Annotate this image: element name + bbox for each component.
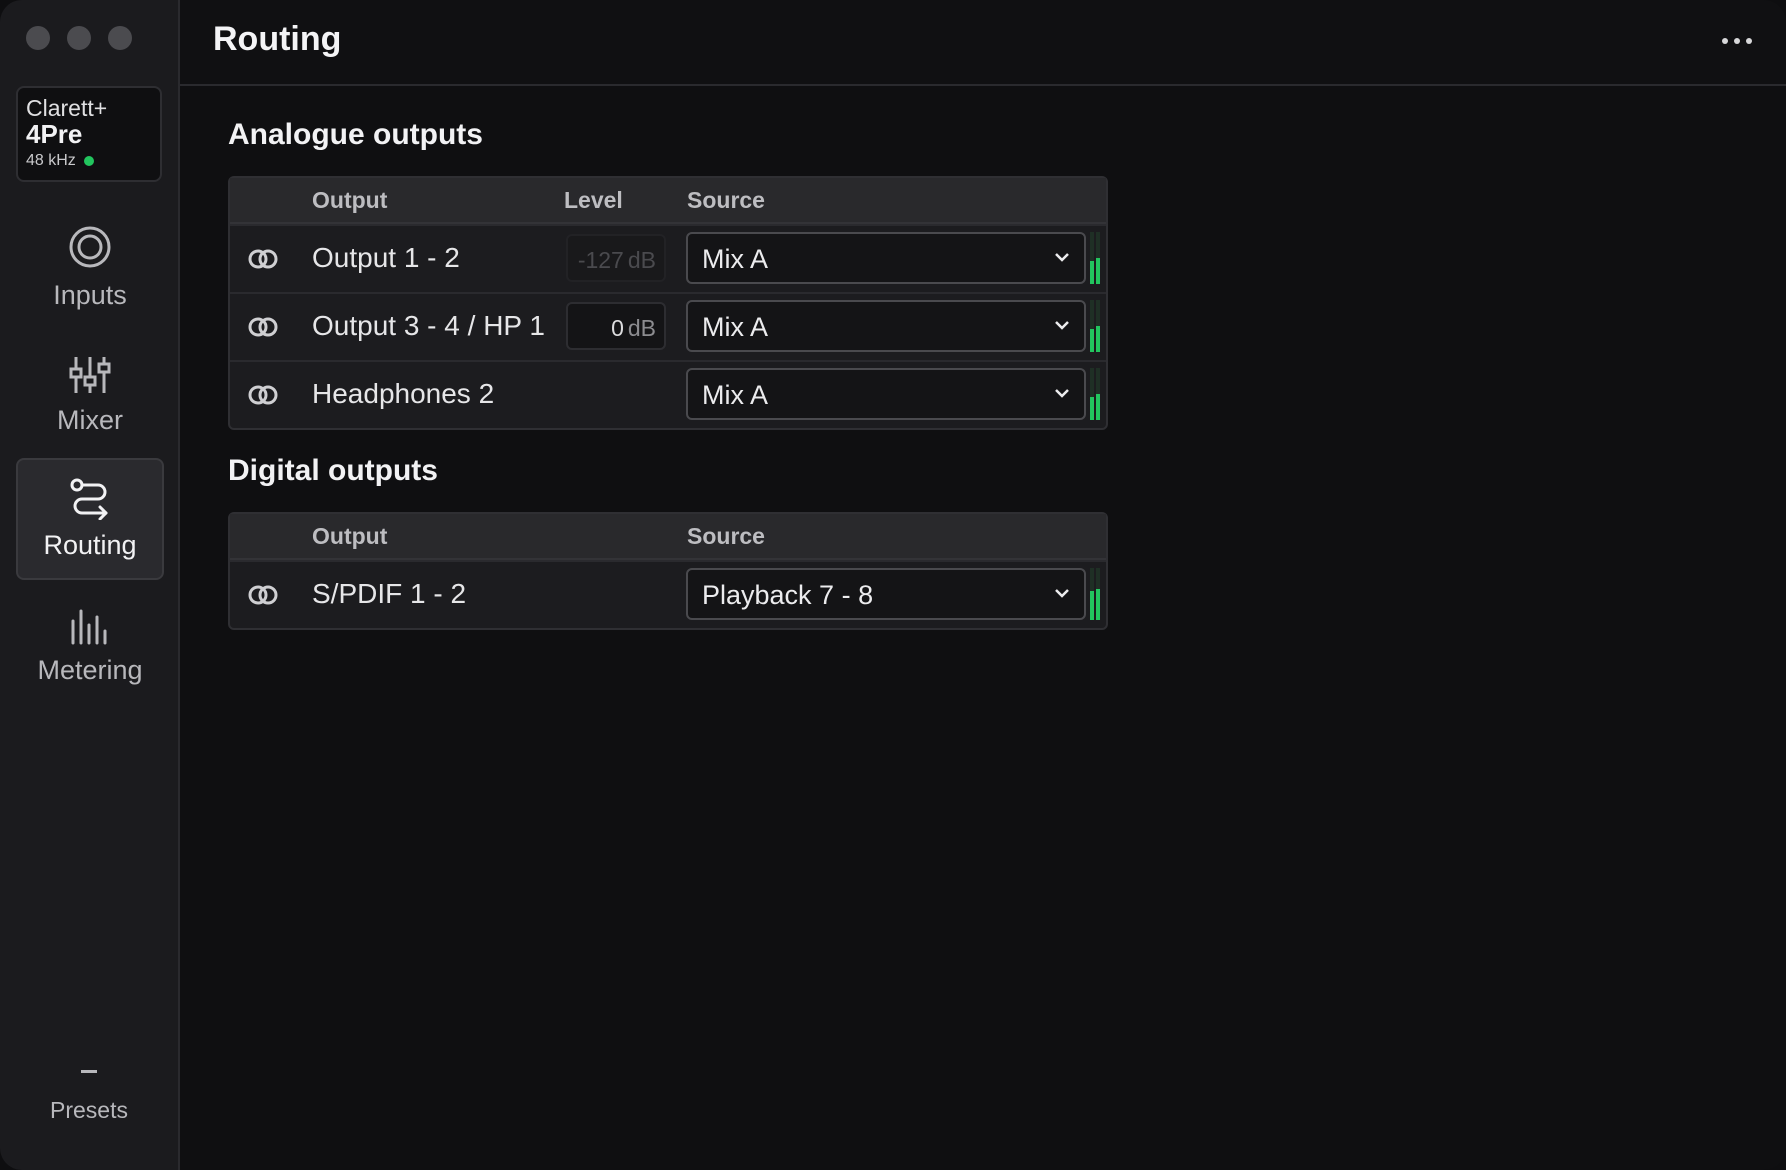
mixer-icon bbox=[69, 356, 111, 393]
output-meter bbox=[1090, 300, 1104, 352]
zoom-window-button[interactable] bbox=[108, 26, 132, 50]
minimize-window-button[interactable] bbox=[67, 26, 91, 50]
device-model: 4Pre bbox=[26, 119, 83, 149]
column-header-output: Output bbox=[312, 523, 388, 549]
table-row: Output 1 - 2 -127 dB Mix A bbox=[230, 224, 1106, 292]
source-value: Mix A bbox=[702, 380, 769, 410]
sample-rate: 48 kHz bbox=[26, 152, 160, 170]
level-value: 0 bbox=[611, 315, 624, 341]
source-value: Playback 7 - 8 bbox=[702, 580, 874, 610]
column-header-source: Source bbox=[687, 187, 765, 213]
stereo-link-icon[interactable] bbox=[248, 383, 278, 407]
meter-channel-level bbox=[1090, 261, 1094, 284]
stereo-link-icon[interactable] bbox=[248, 247, 278, 271]
level-field[interactable]: 0 dB bbox=[566, 302, 666, 350]
sidebar: Clarett+ 4Pre 48 kHz Inputs Mixer Routin… bbox=[0, 0, 180, 1170]
presets-handle-icon bbox=[81, 1070, 97, 1073]
chevron-down-icon bbox=[1055, 253, 1069, 262]
presets-button[interactable]: Presets bbox=[0, 1070, 178, 1124]
sidebar-item-label: Inputs bbox=[53, 279, 127, 310]
digital-outputs-table: Output Source S/PDIF 1 - 2 Playback 7 - … bbox=[228, 512, 1108, 630]
table-header: Output Level Source bbox=[230, 178, 1106, 224]
output-meter bbox=[1090, 232, 1104, 284]
digital-outputs-title: Digital outputs bbox=[228, 454, 438, 487]
output-name: Output 1 - 2 bbox=[312, 242, 460, 273]
meter-channel-level bbox=[1090, 329, 1094, 352]
table-row: S/PDIF 1 - 2 Playback 7 - 8 bbox=[230, 560, 1106, 628]
output-name: Output 3 - 4 / HP 1 bbox=[312, 310, 545, 341]
level-unit: dB bbox=[627, 247, 656, 273]
header: Routing bbox=[180, 0, 1786, 86]
source-select[interactable]: Mix A bbox=[686, 368, 1086, 420]
source-value: Mix A bbox=[702, 312, 769, 342]
meter-channel-level bbox=[1090, 397, 1094, 420]
meter-channel-level bbox=[1096, 589, 1100, 620]
presets-label: Presets bbox=[50, 1097, 128, 1123]
app-window: Clarett+ 4Pre 48 kHz Inputs Mixer Routin… bbox=[0, 0, 1786, 1170]
analogue-outputs-table: Output Level Source Output 1 - 2 -127 dB … bbox=[228, 176, 1108, 430]
stereo-link-icon[interactable] bbox=[248, 315, 278, 339]
column-header-source: Source bbox=[687, 523, 765, 549]
source-select[interactable]: Mix A bbox=[686, 300, 1086, 352]
meter-channel-level bbox=[1096, 258, 1100, 284]
chevron-down-icon bbox=[1055, 389, 1069, 398]
column-header-level: Level bbox=[564, 187, 623, 213]
table-header: Output Source bbox=[230, 514, 1106, 560]
device-brand: Clarett+ bbox=[26, 95, 108, 121]
close-window-button[interactable] bbox=[26, 26, 50, 50]
sidebar-item-label: Mixer bbox=[57, 404, 123, 435]
sample-rate-label: 48 kHz bbox=[26, 152, 76, 169]
meter-channel-level bbox=[1096, 326, 1100, 352]
sidebar-item-mixer[interactable]: Mixer bbox=[16, 334, 164, 456]
status-dot-icon bbox=[83, 156, 94, 166]
source-value: Mix A bbox=[702, 244, 769, 274]
analogue-outputs-title: Analogue outputs bbox=[228, 118, 483, 151]
sidebar-item-metering[interactable]: Metering bbox=[16, 586, 164, 708]
sidebar-item-label: Metering bbox=[37, 654, 143, 685]
level-unit: dB bbox=[627, 315, 656, 341]
output-meter bbox=[1090, 568, 1104, 620]
device-card[interactable]: Clarett+ 4Pre 48 kHz bbox=[16, 86, 162, 182]
chevron-down-icon bbox=[1055, 321, 1069, 330]
meter-channel-level bbox=[1096, 394, 1100, 420]
inputs-icon bbox=[69, 226, 111, 267]
level-field[interactable]: -127 dB bbox=[566, 234, 666, 282]
chevron-down-icon bbox=[1055, 589, 1069, 598]
sidebar-item-label: Routing bbox=[43, 529, 137, 560]
level-value: -127 bbox=[577, 247, 624, 273]
output-meter bbox=[1090, 368, 1104, 420]
meter-channel-level bbox=[1090, 591, 1094, 620]
table-row: Headphones 2 Mix A bbox=[230, 360, 1106, 428]
more-horizontal-icon[interactable] bbox=[1722, 38, 1752, 44]
source-select[interactable]: Playback 7 - 8 bbox=[686, 568, 1086, 620]
sidebar-item-inputs[interactable]: Inputs bbox=[16, 206, 164, 328]
table-row: Output 3 - 4 / HP 1 0 dB Mix A bbox=[230, 292, 1106, 360]
sidebar-item-routing[interactable]: Routing bbox=[16, 458, 164, 580]
output-name: Headphones 2 bbox=[312, 378, 495, 409]
stereo-link-icon[interactable] bbox=[248, 583, 278, 607]
page-title: Routing bbox=[213, 20, 342, 58]
routing-icon bbox=[70, 478, 108, 520]
column-header-output: Output bbox=[312, 187, 388, 213]
output-name: S/PDIF 1 - 2 bbox=[312, 578, 467, 609]
metering-icon bbox=[71, 609, 107, 644]
window-controls bbox=[26, 26, 132, 50]
source-select[interactable]: Mix A bbox=[686, 232, 1086, 284]
